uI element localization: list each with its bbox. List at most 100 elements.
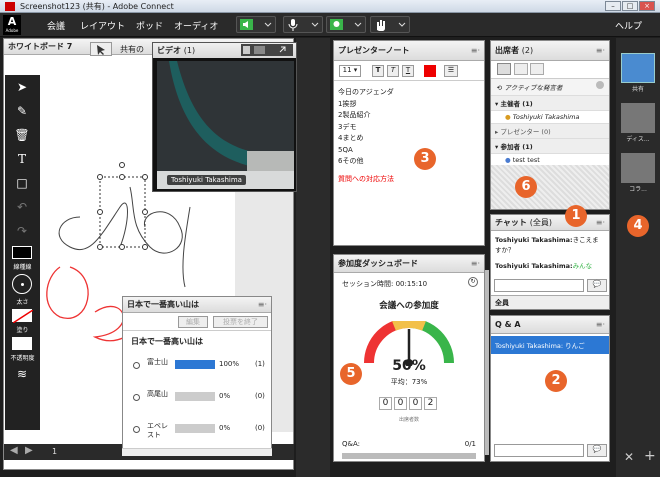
chat-pod: チャット (全員) ≡· Toshiyuki Takashima:きこえますか？ T… [490, 214, 610, 310]
prev-page-icon[interactable]: ◀ [10, 445, 18, 456]
video-layout-controls[interactable] [241, 44, 293, 56]
hosts-group[interactable]: ▾ 主催者 (1) [491, 96, 609, 111]
font-size-select[interactable]: 11 ▾ [339, 65, 361, 77]
qa-input[interactable] [494, 444, 584, 457]
bullet-list-icon[interactable]: ☰ [444, 65, 458, 77]
minimize-button[interactable]: – [605, 1, 621, 11]
radio-button[interactable] [133, 426, 140, 433]
grid-view-icon [243, 46, 286, 54]
chat-sender: Toshiyuki Takashima: [495, 262, 573, 270]
add-layout-icon[interactable]: + [644, 448, 656, 464]
notes-menu-icon[interactable]: ≡· [471, 41, 480, 60]
opacity-swatch[interactable] [12, 337, 32, 350]
bold-icon[interactable]: T [372, 65, 384, 77]
engagement-menu-icon[interactable]: ≡· [471, 255, 480, 272]
thickness-swatch[interactable] [12, 274, 32, 294]
close-button[interactable]: × [639, 1, 655, 11]
option-count: (0) [255, 424, 265, 432]
option-label: 富士山 [147, 358, 168, 366]
delete-tool-icon[interactable]: 🗑 [5, 123, 39, 147]
menu-meeting[interactable]: 会議 [47, 19, 65, 32]
redo-icon[interactable]: ↷ [5, 219, 39, 243]
menu-layout[interactable]: レイアウト [80, 19, 125, 32]
attendees-menu-icon[interactable]: ≡· [596, 41, 605, 60]
chat-send-button[interactable]: 💬 [587, 279, 607, 292]
option-percent: 100% [219, 360, 240, 368]
pointer-share-button[interactable] [90, 42, 112, 56]
next-page-icon[interactable]: ▶ [25, 445, 33, 456]
engagement-pod: 参加度ダッシュボード ≡· セッション時間: 00:15:10 ↻ 会議への参加度 … [333, 254, 485, 462]
maximize-button[interactable]: □ [622, 1, 638, 11]
fill-swatch[interactable] [12, 309, 34, 324]
chat-input[interactable] [494, 279, 584, 292]
chat-tab-all[interactable]: 全員 [491, 295, 609, 309]
shape-tool-icon[interactable]: □ [5, 171, 39, 195]
microphone-button[interactable] [283, 16, 323, 33]
radio-button[interactable] [133, 362, 140, 369]
menu-pods[interactable]: ポッド [136, 19, 163, 32]
notes-red-line: 質問への対応方法 [338, 174, 394, 183]
app-icon [5, 2, 15, 11]
chat-menu-icon[interactable]: ≡· [596, 215, 605, 230]
speaker-icon [240, 19, 272, 30]
presenters-group[interactable]: ▸ プレゼンター (0) [491, 124, 609, 139]
qa-item[interactable]: Toshiyuki Takashima: りんご [491, 336, 609, 354]
speech-bubble-icon: 💬 [592, 280, 602, 288]
select-tool-icon[interactable]: ➤ [5, 75, 39, 99]
qa-header: Q & A ≡· [491, 316, 609, 334]
qa-menu-icon[interactable]: ≡· [596, 316, 605, 333]
layout-thumb-collab[interactable] [621, 153, 655, 183]
webcam-button[interactable] [326, 16, 366, 33]
clear-icon[interactable] [596, 81, 604, 89]
sort-icon[interactable] [530, 63, 545, 75]
webcam-icon [330, 19, 362, 30]
pen-tool-icon[interactable]: ✎ [5, 99, 39, 123]
menu-audio[interactable]: オーディオ [174, 19, 218, 32]
notes-line: 1挨拶 [338, 99, 357, 108]
poll-toolbar: 編集 投票を終了 [123, 313, 271, 331]
notes-body[interactable]: 今日のアジェンダ 1挨拶 2製品紹介 3デモ 4まとめ 5QA 6その他 [334, 81, 484, 174]
menu-help[interactable]: ヘルプ [615, 19, 642, 32]
notes-line: 今日のアジェンダ [338, 88, 394, 96]
whiteboard-title: ホワイトボード 7 [8, 42, 73, 51]
gauge-title: 会議への参加度 [379, 301, 439, 311]
poll-end-button[interactable]: 投票を終了 [213, 316, 268, 328]
participants-group[interactable]: ▾ 参加者 (1) [491, 139, 609, 154]
session-time-row: セッション時間: 00:15:10 ↻ [334, 273, 484, 295]
line-color-swatch[interactable] [12, 246, 32, 259]
refresh-icon[interactable]: ↻ [468, 277, 478, 287]
tools-icon[interactable]: ✕ [624, 450, 634, 464]
layout-sidebar: 共有 ディス... コラ... ✕ + [616, 38, 660, 477]
italic-icon[interactable]: T [387, 65, 399, 77]
qa-send-button[interactable]: 💬 [587, 444, 607, 457]
poll-edit-button[interactable]: 編集 [178, 316, 208, 328]
chat-messages: Toshiyuki Takashima:きこえますか？ Toshiyuki Tak… [491, 231, 609, 281]
engagement-scrollbar[interactable] [485, 270, 489, 455]
underline-icon[interactable]: T [402, 65, 414, 77]
session-time: 00:15:10 [395, 280, 428, 288]
radio-button[interactable] [133, 394, 140, 401]
undo-icon[interactable]: ↶ [5, 195, 39, 219]
text-color-swatch[interactable] [424, 65, 436, 77]
option-bar-track [175, 360, 215, 369]
participant-icon: ● [505, 156, 511, 164]
thickness-label: 太さ [16, 299, 29, 306]
speaker-button[interactable] [236, 16, 276, 33]
host-row[interactable]: ● Toshiyuki Takashima [491, 111, 609, 124]
layers-icon[interactable]: ≋ [5, 362, 39, 386]
attendees-header: 出席者 (2) ≡· [491, 41, 609, 61]
text-tool-icon[interactable]: T [5, 147, 39, 171]
option-bar-track [175, 424, 215, 433]
list-view-icon[interactable] [497, 63, 511, 75]
grid-view-icon[interactable] [513, 63, 528, 75]
status-button[interactable] [370, 16, 410, 33]
layout-thumb-discussion[interactable] [621, 103, 655, 133]
layout-thumb-share[interactable] [621, 53, 655, 83]
speech-bubble-icon: 💬 [592, 445, 602, 453]
share-label[interactable]: 共有の [120, 44, 144, 55]
badge-6: 6 [515, 176, 537, 198]
qa-progress-bar [342, 453, 476, 459]
poll-question: 日本で一番高い山は [131, 337, 203, 346]
poll-menu-icon[interactable]: ≡· [258, 297, 267, 312]
title-bar: Screenshot123 (共有) - Adobe Connect – □ × [0, 0, 660, 13]
